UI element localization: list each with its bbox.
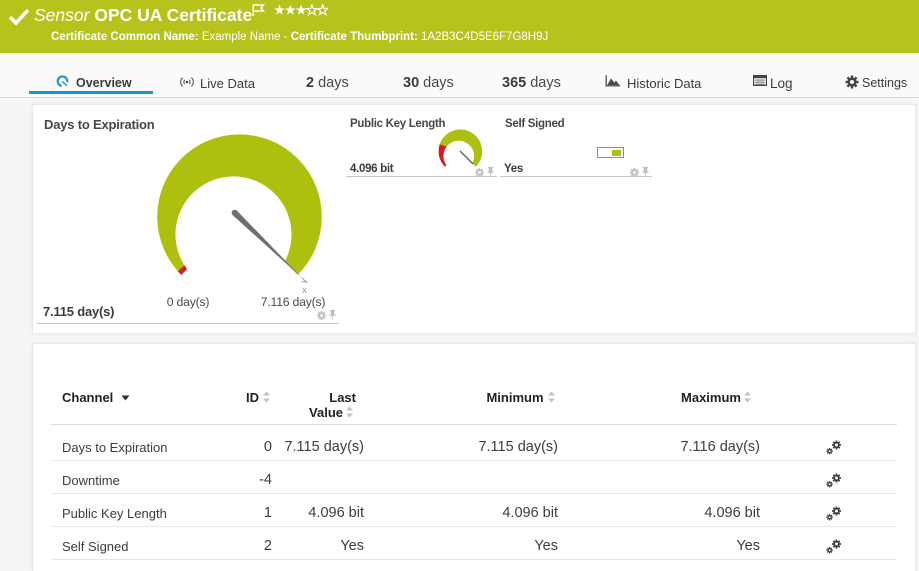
- svg-text:x: x: [302, 285, 307, 295]
